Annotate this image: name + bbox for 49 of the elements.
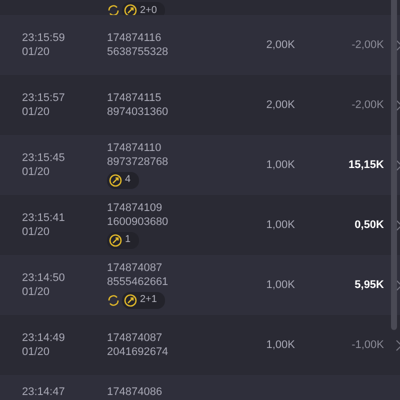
bet-time: 23:14:47 [22,386,66,399]
bet-amount: 2,00K [265,99,295,111]
bet-time: 23:15:41 [22,212,66,224]
round-id: 174874116 [107,32,162,44]
bet-date: 01/20 [22,226,51,238]
bet-date: 01/20 [22,46,51,58]
arrow-coin-icon [109,234,122,246]
win-amount: -1,00K [350,339,384,351]
round-id: 174874109 [107,202,164,214]
round-id: 174874086 [107,386,164,399]
bet-id: 8555462661 [107,276,170,288]
round-id: 174874087 [107,262,164,274]
win-amount: 15,15K [348,159,384,171]
win-amount: 5,95K [354,279,384,291]
refresh-icon [107,294,120,306]
arrow-coin-icon [124,294,137,306]
round-id: 174874087 [107,332,164,344]
bet-id: 5638755328 [107,46,170,58]
bet-amount: 1,00K [265,279,295,291]
bet-date: 01/20 [22,106,51,118]
bet-date: 01/20 [22,346,51,358]
win-amount: -2,00K [350,99,384,111]
bet-amount: 2,00K [265,39,295,51]
arrow-coin-icon [109,174,122,186]
bet-date: 01/20 [22,166,51,178]
bonus-badge: 2+1 [122,292,165,308]
bet-time: 23:15:57 [22,92,66,104]
bet-id: 8974031360 [107,106,170,118]
scrollbar[interactable] [391,0,397,330]
bet-time: 23:14:49 [22,332,66,344]
win-amount: 0,50K [354,219,384,231]
bet-amount: 1,00K [265,339,295,351]
bonus-badge: 4 [107,172,139,188]
bet-date: 01/20 [22,286,51,298]
bet-time: 23:15:45 [22,152,66,164]
round-id: 174874110 [107,142,162,154]
bonus-badge: 1 [107,232,139,248]
bet-id: 8973728768 [107,156,170,168]
bet-id: 2041692674 [107,346,170,358]
arrow-coin-icon [124,4,137,15]
bet-amount: 1,00K [265,219,295,231]
round-id: 174874115 [107,92,162,104]
win-amount: -2,00K [350,39,384,51]
bonus-badge: 2+0 [122,2,165,15]
bet-id: 1600903680 [107,216,170,228]
bet-amount: 1,00K [265,159,295,171]
bet-time: 23:14:50 [22,272,66,284]
refresh-icon [107,4,120,15]
bet-time: 23:15:59 [22,32,66,44]
